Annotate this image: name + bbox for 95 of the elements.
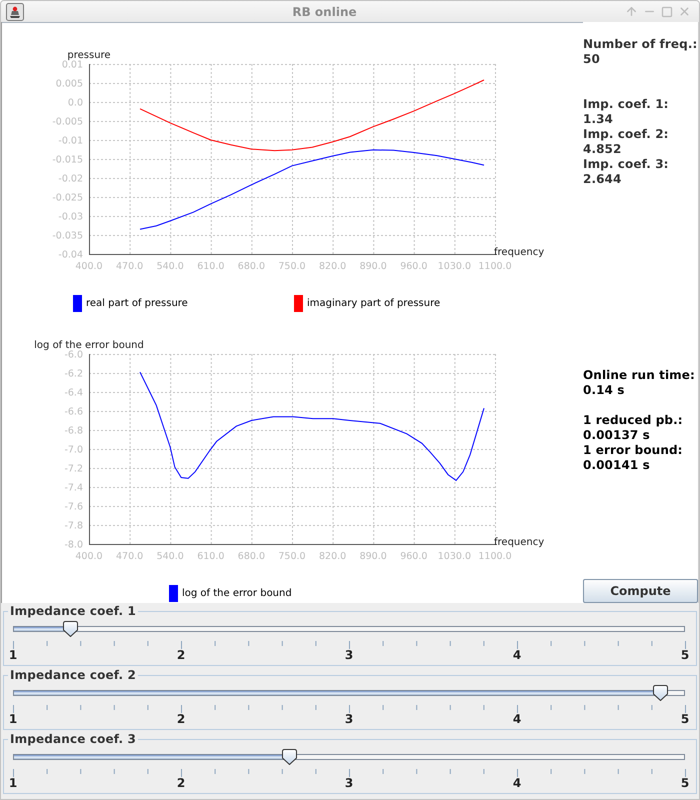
info-label: Imp. coef. 3: [583,157,670,172]
tick-label: 470.0 [116,551,144,562]
tick-label: -0.035 [52,230,83,242]
tick-label: 2 [176,712,186,727]
slider-title: Impedance coef. 2 [9,668,138,683]
tick-label: -6.6 [64,406,83,418]
tick-label: 3 [344,712,354,727]
tick-label: -0.005 [52,116,83,128]
tick-label: -8.0 [64,540,83,550]
timing-value: 0.00137 s [583,428,651,443]
axis-title: pressure [67,50,111,61]
tick-label: 540.0 [156,261,184,272]
tick-label: -0.025 [52,192,83,204]
tick-label: -6.4 [64,388,83,398]
close-icon[interactable] [678,5,691,18]
tick-label: 820.0 [319,551,346,562]
slider[interactable] [13,685,685,701]
tick-label: 960.0 [400,551,428,562]
app-icon [6,2,24,20]
tick-label: -6.0 [64,350,83,360]
axis-title: frequency [494,537,544,548]
timing-label: Online run time: [583,368,696,383]
slider-thumb[interactable] [62,621,78,637]
tick-label: 820.0 [319,261,346,272]
tick-label: 680.0 [238,551,265,562]
compute-button[interactable]: Compute [583,579,698,603]
timing-value: 0.14 s [583,383,626,398]
tick-label: 750.0 [278,551,306,562]
tick-label: 1 [8,648,18,663]
tick-label: 610.0 [197,261,224,272]
tick-label: 1 [8,776,18,791]
info-label: Imp. coef. 2: [583,127,670,142]
tick-label: 960.0 [400,261,428,272]
slider-title: Impedance coef. 1 [9,604,138,619]
tick-label: -6.8 [64,426,83,436]
tick-label: 890.0 [360,551,387,562]
tick-label: 3 [344,776,354,791]
tick-label: 2 [176,648,186,663]
tick-label: -0.04 [58,250,83,260]
tick-label: 2 [176,776,186,791]
tick-label: 1100.0 [478,551,512,562]
tick-label: 0.0 [68,98,83,108]
slider-title: Impedance coef. 3 [9,732,138,747]
info-value: 50 [583,52,601,67]
tick-label: 4 [512,776,522,791]
tick-label: 890.0 [360,261,387,272]
tick-label: 680.0 [238,261,265,272]
tick-label: -7.6 [64,502,83,512]
info-label: Imp. coef. 1: [583,97,670,112]
slider[interactable] [13,621,685,637]
tick-label: 1 [8,712,18,727]
info-label: Number of freq.: [583,37,698,52]
window-title: RB online [291,4,358,18]
slider[interactable] [13,749,685,765]
tick-label: -7.4 [64,482,83,494]
tick-label: 1100.0 [478,261,512,272]
tick-label: 5 [680,776,690,791]
timing-label: 1 error bound: [583,443,684,458]
tick-label: 470.0 [116,261,144,272]
legend-label: imaginary part of pressure [307,298,440,309]
tick-label: -7.8 [64,520,83,532]
legend-label: real part of pressure [86,298,188,309]
maximize-icon[interactable] [661,6,673,18]
tick-label: -0.01 [58,136,83,146]
tick-label: -0.015 [52,154,83,166]
tick-label: 610.0 [197,551,224,562]
tick-label: 400.0 [75,261,103,272]
slider-thumb[interactable] [652,685,668,701]
tick-label: 5 [680,712,690,727]
arrow-up-icon[interactable] [625,5,638,18]
legend-label: log of the error bound [182,588,292,599]
axis-title: frequency [494,247,544,258]
tick-label: 4 [512,648,522,663]
tick-label: 3 [344,648,354,663]
info-value: 4.852 [583,142,622,157]
tick-label: -6.2 [64,368,83,380]
tick-label: 5 [680,648,690,663]
tick-label: 0.005 [56,78,83,90]
tick-label: 540.0 [156,551,184,562]
tick-label: 4 [512,712,522,727]
axis-title: log of the error bound [34,340,144,351]
tick-label: 750.0 [278,261,306,272]
tick-label: -0.02 [58,174,83,184]
tick-label: 400.0 [75,551,103,562]
tick-label: -0.03 [58,212,83,222]
tick-label: 1030.0 [438,261,472,272]
timing-label: 1 reduced pb.: [583,413,684,428]
info-value: 1.34 [583,112,614,127]
tick-label: 1030.0 [438,551,472,562]
timing-value: 0.00141 s [583,458,651,473]
tick-label: 0.01 [62,60,83,70]
tick-label: -7.0 [64,444,83,456]
tick-label: -7.2 [64,464,83,474]
info-value: 2.644 [583,172,622,187]
slider-thumb[interactable] [282,749,297,765]
